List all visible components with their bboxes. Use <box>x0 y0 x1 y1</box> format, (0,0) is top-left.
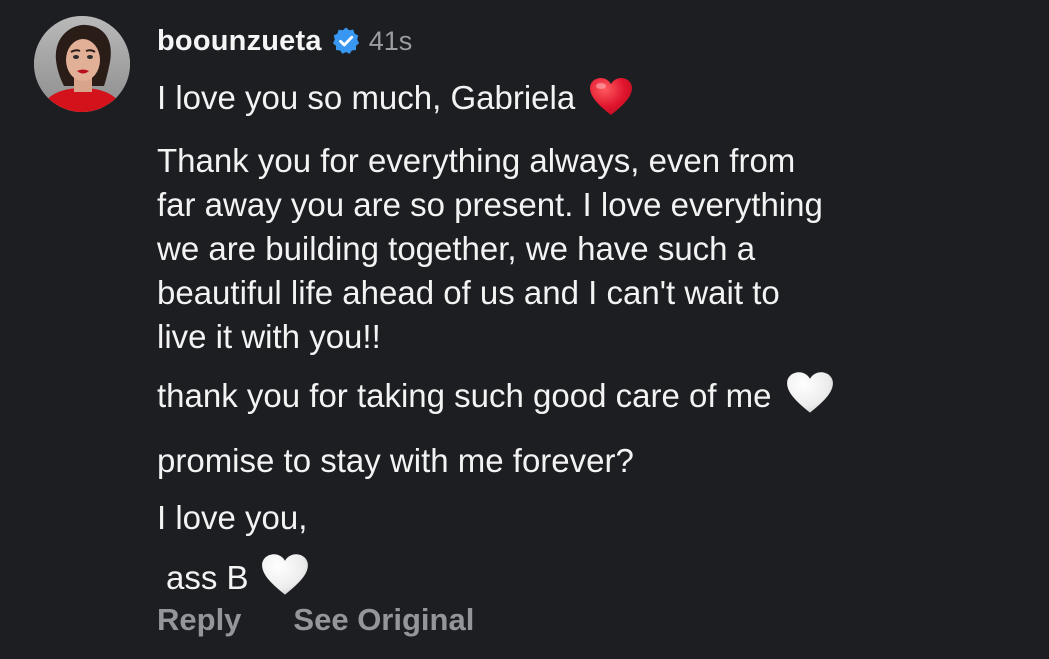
comment-body: boounzueta 41s I love you so much, Gabri… <box>157 22 1017 608</box>
comment-paragraph: I love you so much, Gabriela <box>157 76 1017 128</box>
comment: boounzueta 41s I love you so much, Gabri… <box>0 0 1049 659</box>
avatar-image <box>34 16 130 112</box>
timestamp: 41s <box>368 25 413 56</box>
comment-actions: Reply See Original <box>157 602 526 638</box>
comment-paragraph: I love you, <box>157 499 308 536</box>
reply-button[interactable]: Reply <box>157 602 241 638</box>
comment-paragraph: Thank you for everything always, even fr… <box>157 142 823 355</box>
avatar[interactable] <box>34 16 130 112</box>
white-heart-icon <box>786 371 834 426</box>
comment-paragraph: promise to stay with me forever? <box>157 442 634 479</box>
comment-header: boounzueta 41s <box>157 22 1017 60</box>
verified-badge-icon <box>331 26 361 56</box>
comment-paragraph: ass B <box>157 553 1017 608</box>
comment-paragraph: thank you for taking such good care of m… <box>157 371 1017 426</box>
white-heart-icon <box>261 553 309 608</box>
see-original-button[interactable]: See Original <box>293 602 474 638</box>
red-heart-icon <box>589 77 633 128</box>
username[interactable]: boounzueta <box>157 25 322 58</box>
